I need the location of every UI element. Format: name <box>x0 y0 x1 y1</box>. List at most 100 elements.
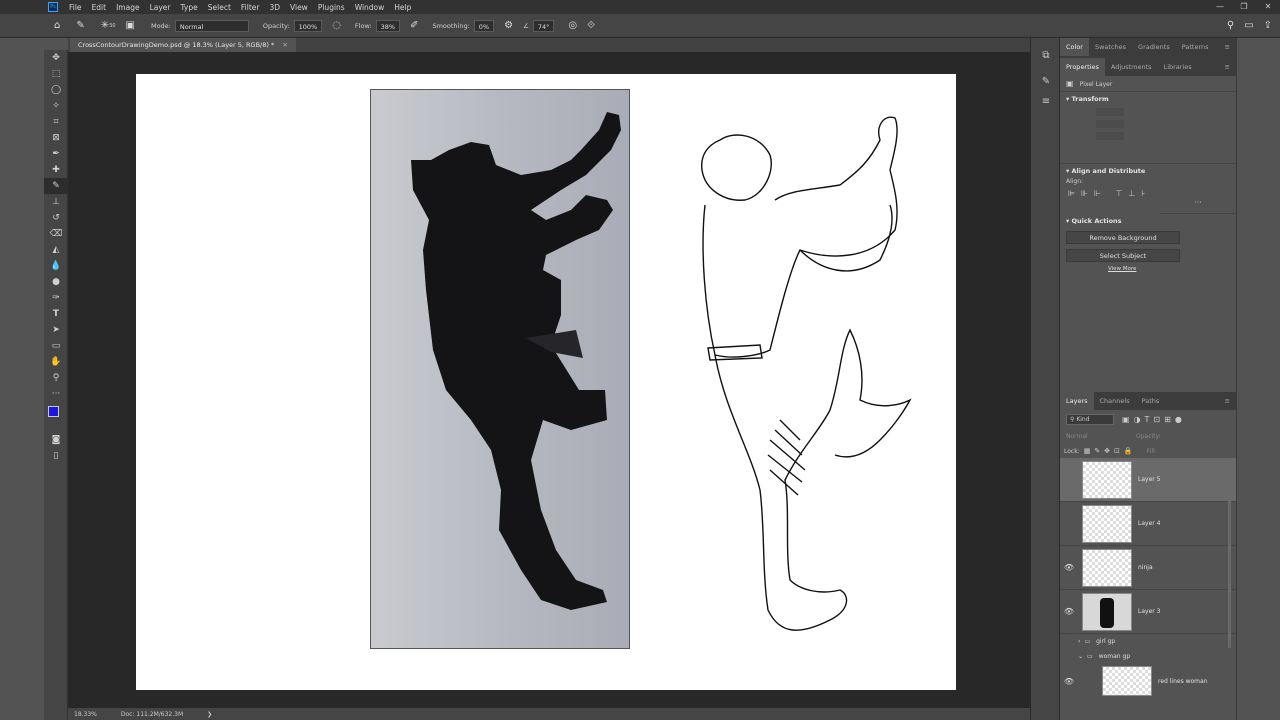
share-icon[interactable]: ⇪ <box>1264 20 1272 31</box>
crop-tool-icon[interactable]: ⌗ <box>44 114 68 130</box>
paint-bucket-tool-icon[interactable]: ◭ <box>44 242 68 258</box>
lasso-tool-icon[interactable]: ◯ <box>44 82 68 98</box>
brush-panel-icon[interactable]: ✎ <box>1031 72 1061 92</box>
layers-scrollbar[interactable] <box>1228 478 1231 648</box>
width-field[interactable] <box>1096 108 1124 116</box>
workspace-icon[interactable]: ▭ <box>1244 20 1253 31</box>
pen-tool-icon[interactable]: ✑ <box>44 290 68 306</box>
restore-icon[interactable]: ❐ <box>1232 0 1256 14</box>
close-icon[interactable]: ✕ <box>1256 0 1280 14</box>
menu-filter[interactable]: Filter <box>236 3 265 12</box>
filter-icons[interactable]: ▣◑T⊡⊞● <box>1122 415 1186 424</box>
filter-kind-select[interactable]: ⚲ Kind <box>1066 413 1114 425</box>
menu-view[interactable]: View <box>285 3 313 12</box>
angle-field[interactable] <box>1096 132 1124 140</box>
marquee-tool-icon[interactable]: ⬚ <box>44 66 68 82</box>
opacity-field[interactable]: 100% <box>293 19 323 32</box>
tab-gradients[interactable]: Gradients <box>1132 43 1176 51</box>
healing-tool-icon[interactable]: ✚ <box>44 162 68 178</box>
minimize-icon[interactable]: — <box>1208 0 1232 14</box>
tab-swatches[interactable]: Swatches <box>1089 43 1132 51</box>
eye-icon[interactable]: 👁 <box>1060 677 1078 686</box>
select-subject-button[interactable]: Select Subject <box>1066 249 1180 262</box>
symmetry-icon[interactable]: ⟐ <box>587 20 595 31</box>
foreground-color-swatch[interactable] <box>48 406 59 417</box>
brush-tool-icon[interactable]: ✎ <box>44 178 68 194</box>
brush-settings-icon[interactable]: ▣ <box>126 20 135 31</box>
panel-menu-icon[interactable]: ≡ <box>1219 63 1236 71</box>
eye-icon[interactable]: 👁 <box>1060 563 1078 572</box>
path-selection-tool-icon[interactable]: ➤ <box>44 322 68 338</box>
document-tab[interactable]: CrossContourDrawingDemo.psd @ 18.3% (Lay… <box>70 38 296 52</box>
tab-paths[interactable]: Paths <box>1136 397 1166 405</box>
type-tool-icon[interactable]: T <box>44 306 68 322</box>
tab-properties[interactable]: Properties <box>1060 58 1105 76</box>
home-icon[interactable]: ⌂ <box>54 20 60 31</box>
group-row[interactable]: ⌄ ▭ woman gp <box>1060 649 1236 664</box>
tab-channels[interactable]: Channels <box>1094 397 1136 405</box>
quick-actions-section[interactable]: ▾ Quick Actions <box>1060 214 1236 228</box>
history-brush-tool-icon[interactable]: ↺ <box>44 210 68 226</box>
eyedropper-tool-icon[interactable]: ✒ <box>44 146 68 162</box>
rectangle-tool-icon[interactable]: ▭ <box>44 338 68 354</box>
tab-libraries[interactable]: Libraries <box>1158 63 1198 71</box>
blend-mode-select[interactable]: Normal <box>1066 433 1126 440</box>
menu-help[interactable]: Help <box>389 3 416 12</box>
quick-mask-icon[interactable]: ◙ <box>44 432 68 448</box>
pressure-opacity-icon[interactable]: ◌ <box>332 20 341 31</box>
layer-row[interactable]: 👁 Layer 3 <box>1060 590 1236 634</box>
menu-image[interactable]: Image <box>111 3 145 12</box>
smoothing-field[interactable]: 0% <box>473 19 495 32</box>
menu-window[interactable]: Window <box>350 3 390 12</box>
adjust-panel-icon[interactable]: ≡ <box>1031 92 1061 112</box>
screen-mode-icon[interactable]: ▯ <box>44 448 68 464</box>
smoothing-settings-icon[interactable]: ⚙ <box>504 20 513 31</box>
frame-tool-icon[interactable]: ⊠ <box>44 130 68 146</box>
layer-row[interactable]: 👁 red lines woman <box>1060 664 1236 698</box>
transform-section[interactable]: ▾ Transform <box>1060 92 1236 106</box>
lock-icons[interactable]: ▦✎✥⊡🔒 <box>1084 447 1137 455</box>
view-more-link[interactable]: View More <box>1108 266 1236 272</box>
eye-icon[interactable]: 👁 <box>1060 607 1078 616</box>
align-buttons[interactable]: ⊫⊪⊩ ⊤⊥⊦ <box>1060 185 1236 198</box>
menu-edit[interactable]: Edit <box>87 3 112 12</box>
height-field[interactable] <box>1096 120 1124 128</box>
remove-background-button[interactable]: Remove Background <box>1066 231 1180 244</box>
zoom-tool-icon[interactable]: ⚲ <box>44 370 68 386</box>
magic-wand-tool-icon[interactable]: ✧ <box>44 98 68 114</box>
panel-menu-icon[interactable]: ≡ <box>1219 397 1236 405</box>
zoom-level[interactable]: 18.33% <box>74 711 97 718</box>
more-align-icon[interactable]: ··· <box>1160 198 1236 214</box>
eraser-tool-icon[interactable]: ⌫ <box>44 226 68 242</box>
tab-adjustments[interactable]: Adjustments <box>1105 63 1158 71</box>
photoshop-logo-icon[interactable]: Ps <box>48 2 58 12</box>
menu-file[interactable]: File <box>64 3 87 12</box>
menu-3d[interactable]: 3D <box>264 3 285 12</box>
chevron-right-icon[interactable]: › <box>1078 638 1080 645</box>
clone-stamp-tool-icon[interactable]: ⊥ <box>44 194 68 210</box>
tab-layers[interactable]: Layers <box>1060 392 1094 410</box>
search-icon[interactable]: ⚲ <box>1227 20 1234 31</box>
chevron-down-icon[interactable]: ⌄ <box>1078 653 1083 660</box>
menu-layer[interactable]: Layer <box>145 3 176 12</box>
layer-row[interactable]: Layer 4 <box>1060 502 1236 546</box>
airbrush-icon[interactable]: ✐ <box>410 20 418 31</box>
align-section[interactable]: ▾ Align and Distribute <box>1060 164 1236 178</box>
move-tool-icon[interactable]: ✥ <box>44 50 68 66</box>
menu-plugins[interactable]: Plugins <box>313 3 350 12</box>
panel-menu-icon[interactable]: ≡ <box>1219 43 1236 51</box>
group-row[interactable]: › ▭ girl gp <box>1060 634 1236 649</box>
pressure-size-icon[interactable]: ◎ <box>568 20 577 31</box>
flow-field[interactable]: 38% <box>375 19 401 32</box>
more-tools-icon[interactable]: ··· <box>44 386 68 402</box>
layer-row[interactable]: Layer 5 <box>1060 458 1236 502</box>
tab-patterns[interactable]: Patterns <box>1176 43 1215 51</box>
brush-preset-icon[interactable]: ✳ <box>101 20 109 31</box>
dodge-tool-icon[interactable]: ● <box>44 274 68 290</box>
menu-type[interactable]: Type <box>176 3 203 12</box>
menu-select[interactable]: Select <box>203 3 236 12</box>
angle-field[interactable]: 74° <box>532 19 555 32</box>
mode-select[interactable]: Normal <box>174 19 249 32</box>
close-tab-icon[interactable]: ✕ <box>282 41 287 49</box>
layer-row[interactable]: 👁 ninja <box>1060 546 1236 590</box>
